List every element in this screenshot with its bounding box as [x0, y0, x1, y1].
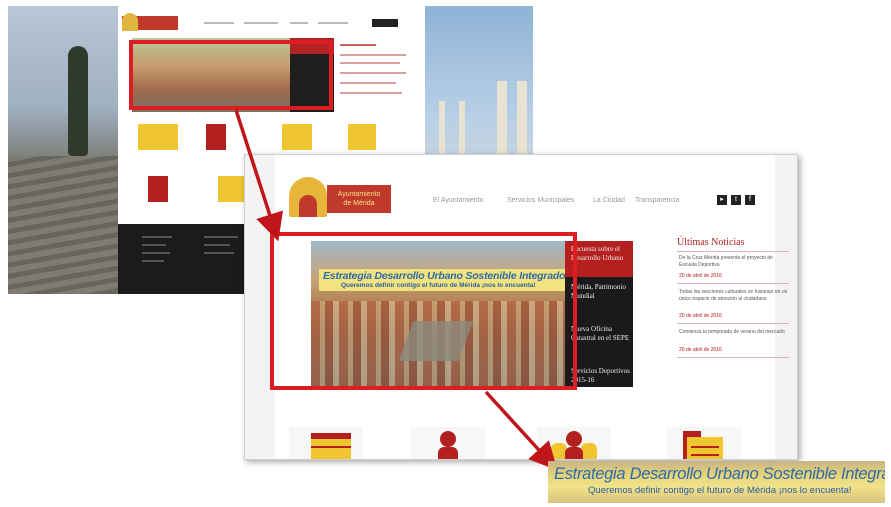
zoom-title: Estrategia Desarrollo Urbano Sostenible … — [554, 465, 885, 483]
arrow-to-front — [234, 109, 284, 242]
arrows — [234, 109, 558, 471]
arrow-to-zoom — [484, 390, 558, 471]
zoom-subtitle: Queremos definir contigo el futuro de Mé… — [588, 485, 852, 496]
zoomed-banner-strip: Estrategia Desarrollo Urbano Sostenible … — [548, 461, 885, 503]
